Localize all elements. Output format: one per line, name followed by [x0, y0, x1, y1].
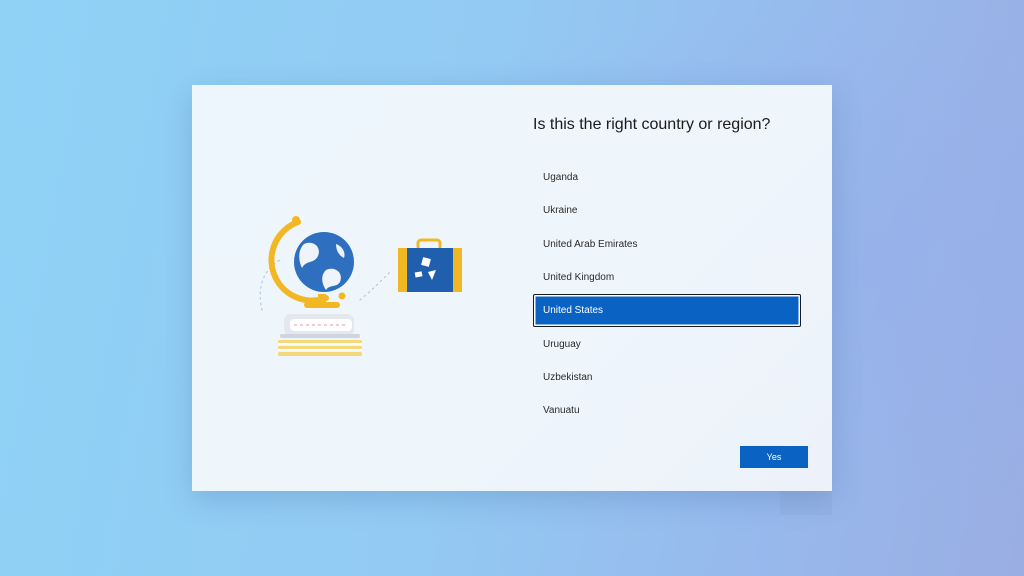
books-icon	[278, 314, 362, 356]
background-shadow	[780, 490, 832, 515]
yes-button[interactable]: Yes	[740, 446, 808, 468]
list-item[interactable]: Uganda	[533, 161, 801, 194]
list-item-selected[interactable]: United States	[533, 294, 801, 328]
setup-dialog: Is this the right country or region? Uga…	[192, 85, 832, 491]
list-item[interactable]: United Kingdom	[533, 261, 801, 294]
country-list[interactable]: Uganda Ukraine United Arab Emirates Unit…	[533, 161, 801, 427]
globe-icon	[268, 216, 354, 308]
list-item[interactable]: United Arab Emirates	[533, 228, 801, 261]
list-item[interactable]: Uzbekistan	[533, 361, 801, 394]
country-illustration	[259, 216, 462, 356]
page-title: Is this the right country or region?	[533, 116, 771, 133]
list-item[interactable]: Vanuatu	[533, 394, 801, 427]
list-item[interactable]: Uruguay	[533, 327, 801, 360]
list-item[interactable]: Ukraine	[533, 194, 801, 227]
suitcase-icon	[398, 238, 462, 292]
